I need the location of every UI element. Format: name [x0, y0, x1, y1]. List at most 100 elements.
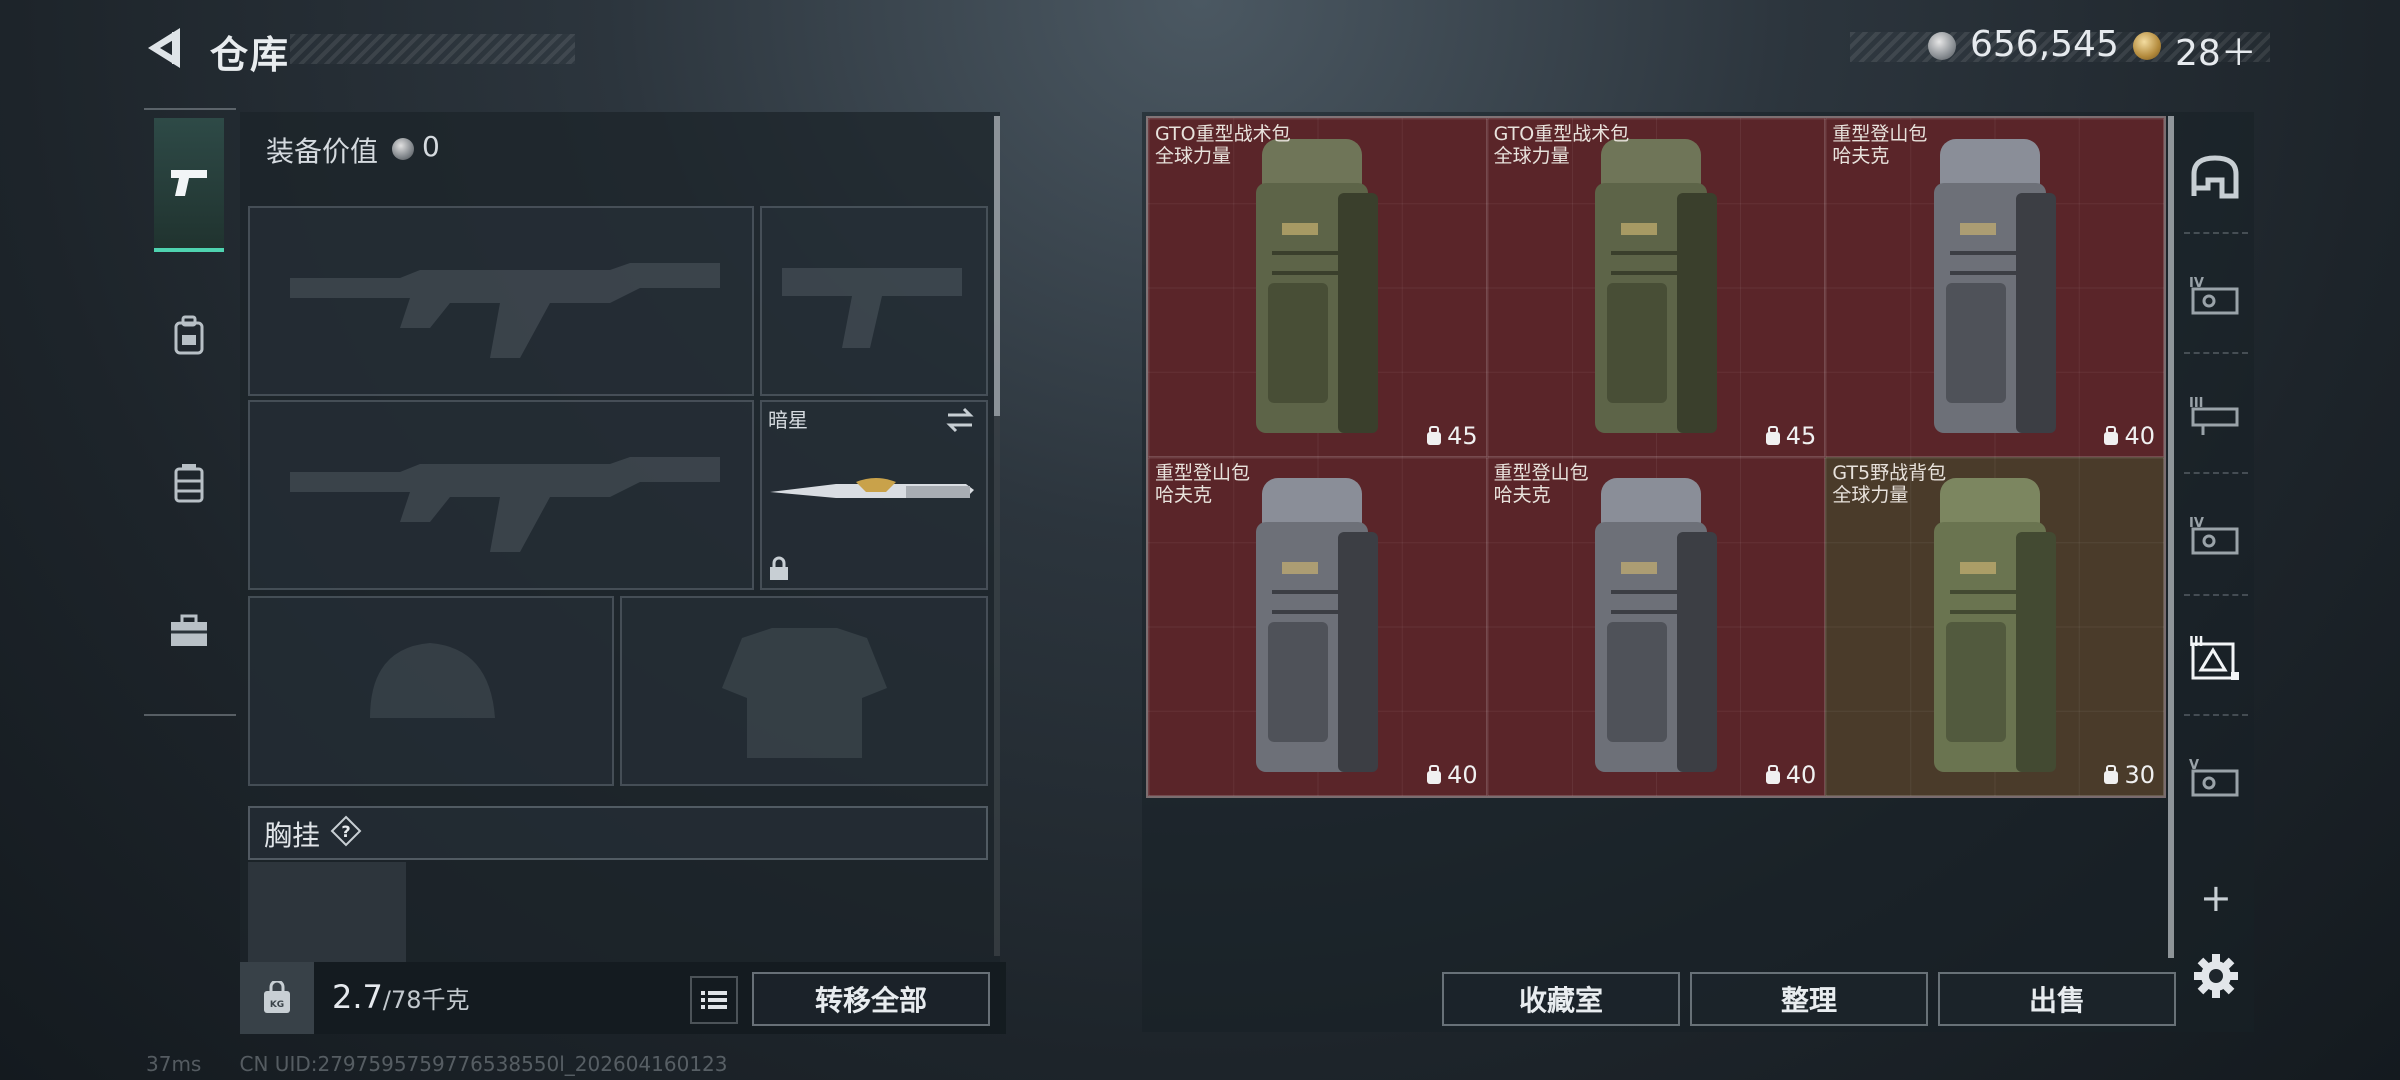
- bag-capacity-icon: [1427, 426, 1442, 445]
- backpack-icon: [174, 315, 204, 355]
- title-decoration: [290, 34, 575, 64]
- storage-tier-4-icon: IV: [2189, 276, 2239, 315]
- collection-room-button[interactable]: 收藏室: [1442, 972, 1680, 1026]
- rifle-silhouette-icon: [290, 263, 720, 358]
- item-name: GT5野战背包 全球力量: [1832, 462, 1946, 506]
- item-brand: 全球力量: [1493, 145, 1570, 167]
- storage-item[interactable]: GTO重型战术包 全球力量 45: [1486, 118, 1826, 457]
- weight-icon: KG: [264, 981, 290, 1013]
- capacity-value: 45: [1785, 422, 1817, 450]
- storage-item[interactable]: GT5野战背包 全球力量 30: [1825, 457, 2164, 796]
- capacity-value: 45: [1447, 422, 1478, 450]
- item-name: GTO重型战术包 全球力量: [1494, 123, 1630, 167]
- equipment-value-label: 装备价值: [266, 135, 379, 168]
- tab-backpack[interactable]: [154, 270, 224, 400]
- category-tier-iii-a[interactable]: III: [2186, 386, 2244, 444]
- capacity-value: 30: [2124, 761, 2155, 789]
- gear-icon[interactable]: [2192, 952, 2240, 1000]
- rifle-silhouette-icon: [290, 457, 720, 552]
- item-brand: 哈夫克: [1832, 145, 1890, 167]
- backpack-image: [1256, 478, 1379, 772]
- uid: CN UID:2797595759776538550l_202604160123: [239, 1052, 728, 1076]
- storage-tier-5-icon: V: [2189, 758, 2239, 797]
- item-brand: 哈夫克: [1493, 484, 1551, 506]
- backpack-image: [1594, 478, 1717, 772]
- item-name: GTO重型战术包 全球力量: [1155, 123, 1291, 167]
- weight-readout: 2.7/78千克: [332, 978, 470, 1016]
- ping: 37ms: [146, 1052, 202, 1076]
- item-title: GTO重型战术包: [1155, 123, 1291, 145]
- helmet-category-icon: [2191, 155, 2239, 199]
- category-helmet[interactable]: [2186, 148, 2244, 206]
- storage-item[interactable]: 重型登山包 哈夫克 40: [1148, 457, 1487, 796]
- equipment-value: 0: [422, 130, 440, 163]
- item-title: 重型登山包: [1493, 462, 1589, 484]
- item-title: GTO重型战术包: [1493, 123, 1630, 145]
- bag-capacity-icon: [1765, 426, 1780, 445]
- chest-rig-slot[interactable]: [248, 862, 406, 962]
- item-name: 重型登山包 哈夫克: [1155, 462, 1250, 506]
- weight-icon-box: KG: [240, 962, 314, 1034]
- swap-icon[interactable]: [944, 406, 976, 434]
- helmet-silhouette-icon: [370, 643, 495, 718]
- tab-weapons[interactable]: [154, 118, 224, 252]
- bag-capacity-icon: [2104, 426, 2119, 445]
- pistol-slot[interactable]: [760, 206, 988, 396]
- divider: [2184, 714, 2248, 718]
- bag-capacity-icon: [1765, 765, 1780, 784]
- add-category-button[interactable]: +: [2200, 876, 2232, 920]
- bag-capacity-icon: [2104, 765, 2119, 784]
- list-icon: [701, 991, 727, 1009]
- item-brand: 全球力量: [1155, 145, 1232, 167]
- lock-icon: [770, 556, 788, 580]
- category-tier-iv-a[interactable]: IV: [2186, 266, 2244, 324]
- storage-tier-4-icon: IV: [2189, 516, 2239, 555]
- category-tier-v[interactable]: V: [2186, 748, 2244, 806]
- ticket-count[interactable]: 28＋: [2175, 24, 2257, 76]
- storage-item[interactable]: 重型登山包 哈夫克 40: [1825, 118, 2164, 457]
- storage-tier-3-icon: III: [2189, 396, 2239, 435]
- storage-grid: GTO重型战术包 全球力量 45 GTO重型战术包 全球力量 45 重型登山包 哈夫克 40 重型…: [1146, 116, 2166, 798]
- tab-vest[interactable]: [154, 418, 224, 548]
- coin-icon: [1928, 32, 1956, 60]
- pistol-silhouette-icon: [782, 268, 962, 348]
- category-backpack-selected[interactable]: III: [2186, 628, 2244, 686]
- briefcase-icon: [171, 614, 207, 646]
- weight-current: 2.7: [332, 978, 383, 1016]
- sort-button[interactable]: 整理: [1690, 972, 1928, 1026]
- page-title: 仓库: [210, 33, 291, 77]
- storage-item[interactable]: 重型登山包 哈夫克 40: [1486, 457, 1826, 796]
- currency-amount: 656,545: [1970, 24, 2119, 65]
- divider: [2184, 232, 2248, 236]
- divider: [2184, 594, 2248, 598]
- storage-item[interactable]: GTO重型战术包 全球力量 45: [1148, 118, 1487, 457]
- capacity-badge: 45: [1764, 422, 1817, 450]
- item-title: GT5野战背包: [1832, 462, 1947, 484]
- category-tier-iv-b[interactable]: IV: [2186, 506, 2244, 564]
- vest-icon: [174, 464, 204, 503]
- svg-text:KG: KG: [270, 1000, 284, 1010]
- armor-slot[interactable]: [620, 596, 988, 786]
- loadout-scroll-thumb[interactable]: [994, 116, 1000, 416]
- back-arrow-icon[interactable]: [142, 24, 190, 72]
- coin-icon: [392, 138, 414, 160]
- item-name: 重型登山包 哈夫克: [1832, 123, 1927, 167]
- primary-weapon-slot[interactable]: [248, 206, 754, 396]
- tab-toolkit[interactable]: [154, 566, 224, 696]
- item-title: 重型登山包: [1832, 123, 1928, 145]
- storage-scroll-thumb[interactable]: [2168, 116, 2174, 958]
- sell-button[interactable]: 出售: [1938, 972, 2176, 1026]
- transfer-all-button[interactable]: 转移全部: [752, 972, 990, 1026]
- capacity-badge: 40: [1764, 761, 1816, 789]
- secondary-weapon-slot[interactable]: [248, 400, 754, 590]
- backpack-image: [1594, 139, 1717, 433]
- capacity-badge: 45: [1425, 422, 1478, 450]
- item-brand: 哈夫克: [1155, 484, 1213, 506]
- helmet-slot[interactable]: [248, 596, 614, 786]
- help-icon[interactable]: ?: [330, 815, 362, 847]
- capacity-value: 40: [1447, 761, 1478, 789]
- pistol-icon: [171, 170, 207, 196]
- capacity-value: 40: [2124, 422, 2155, 450]
- armor-silhouette-icon: [722, 628, 887, 758]
- list-view-button[interactable]: [690, 976, 738, 1024]
